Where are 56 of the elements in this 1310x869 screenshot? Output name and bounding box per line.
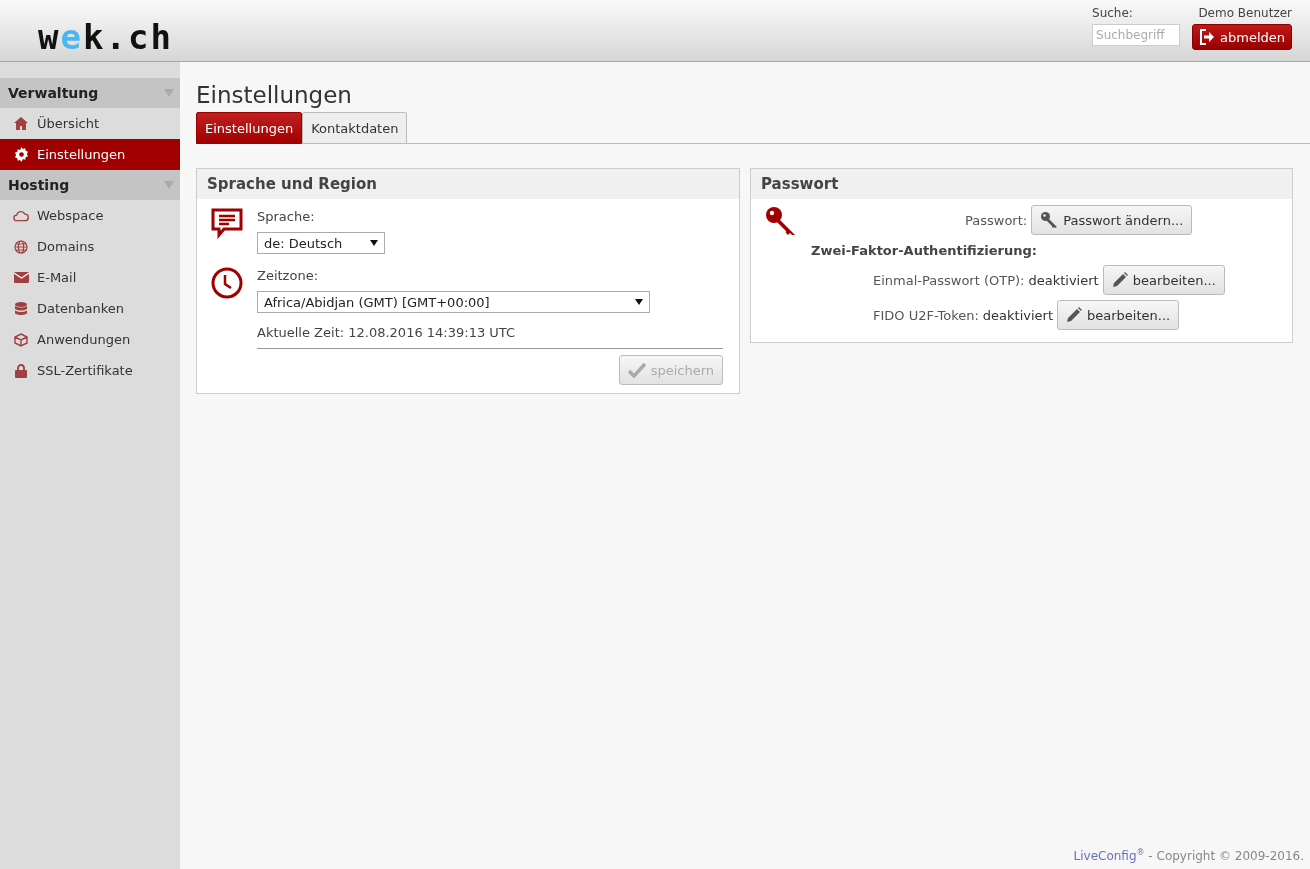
speech-bubble-icon xyxy=(211,208,243,239)
edit-button[interactable]: bearbeiten... xyxy=(1102,265,1225,295)
language-dropdown[interactable]: de: Deutsch xyxy=(257,232,385,254)
tab[interactable]: Kontaktdaten xyxy=(302,112,408,144)
current-time-text: Aktuelle Zeit: 12.08.2016 14:39:13 UTC xyxy=(257,325,517,340)
search-field[interactable]: Suchbegriff xyxy=(1092,24,1180,46)
clock-icon xyxy=(211,267,243,299)
sidebar-item[interactable]: Domains xyxy=(0,231,180,262)
footer-text: LiveConfig$^{®}$ - Copyright © 2009-2016. xyxy=(1073,848,1304,863)
search-label: Suche: xyxy=(1092,6,1133,20)
triangle-icon xyxy=(164,89,174,97)
logo: wek.ch xyxy=(38,18,173,56)
sidebar-item[interactable]: Einstellungen xyxy=(0,139,180,170)
tab[interactable]: Einstellungen xyxy=(196,112,303,144)
caret-icon xyxy=(635,299,643,305)
sidebar-section-header[interactable]: Verwaltung xyxy=(0,78,180,108)
lock-icon xyxy=(15,363,27,378)
checkmark-icon xyxy=(627,362,646,378)
panel-title: Passwort xyxy=(751,169,1292,199)
database-icon xyxy=(15,301,27,316)
gear-icon xyxy=(13,147,29,162)
user-name: Demo Benutzer xyxy=(1198,6,1292,20)
sidebar-section-header[interactable]: Hosting xyxy=(0,170,180,200)
field-label: FIDO U2F-Token: xyxy=(873,307,979,323)
page-title: Einstellungen xyxy=(196,82,353,108)
key-icon xyxy=(765,206,797,236)
field-label: Zeitzone: xyxy=(257,268,319,283)
cube-icon xyxy=(14,332,28,347)
panel-title: Sprache und Region xyxy=(197,169,739,199)
globe-icon xyxy=(14,239,28,254)
sidebar-item[interactable]: E-Mail xyxy=(0,262,180,293)
liveconfig-link[interactable]: LiveConfig$^{®}$ xyxy=(1073,849,1145,863)
sidebar-item[interactable]: Anwendungen xyxy=(0,324,180,355)
field-label: Einmal-Passwort (OTP): xyxy=(873,272,1025,288)
mail-icon xyxy=(13,272,29,283)
home-icon xyxy=(14,117,28,130)
sidebar-item[interactable]: Übersicht xyxy=(0,108,180,139)
edit-button[interactable]: bearbeiten... xyxy=(1057,300,1180,330)
status-text: deaktiviert xyxy=(1028,272,1099,288)
logout-icon xyxy=(1199,29,1215,45)
timezone-dropdown[interactable]: Africa/Abidjan (GMT) [GMT+00:00] xyxy=(257,291,650,313)
caret-icon xyxy=(370,240,378,246)
field-label: Sprache: xyxy=(257,209,316,224)
change-password-button[interactable]: Passwort ändern... xyxy=(1031,205,1193,235)
triangle-icon xyxy=(164,181,174,189)
logout-button[interactable]: abmelden xyxy=(1192,24,1292,50)
status-text: deaktiviert xyxy=(982,307,1054,323)
pencil-icon xyxy=(1111,272,1128,288)
cloud-icon xyxy=(13,209,29,222)
sidebar-item[interactable]: SSL-Zertifikate xyxy=(0,355,180,386)
field-label: Passwort: xyxy=(965,212,1028,228)
pencil-icon xyxy=(1066,307,1083,323)
sidebar-item[interactable]: Datenbanken xyxy=(0,293,180,324)
section-heading: Zwei-Faktor-Authentifizierung: xyxy=(811,243,1038,258)
key-icon xyxy=(1040,211,1059,229)
sidebar-item[interactable]: Webspace xyxy=(0,200,180,231)
